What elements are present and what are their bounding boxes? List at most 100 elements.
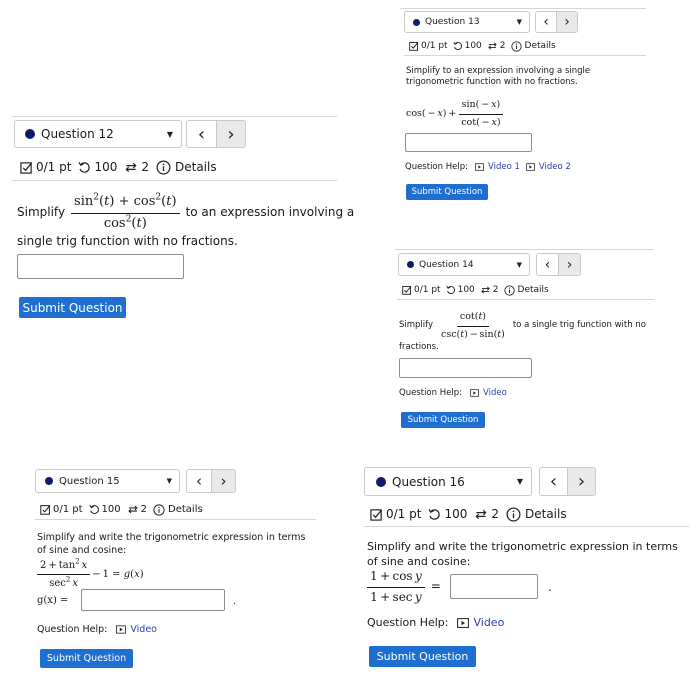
- question-nav: ‹ ›: [539, 467, 596, 496]
- math-fraction: 2 + tan2 x sec2 x: [37, 558, 91, 590]
- attempts-count: 2: [499, 41, 506, 51]
- prev-question-button[interactable]: ‹: [536, 12, 556, 32]
- submit-button[interactable]: Submit Question: [401, 412, 485, 428]
- video-icon: [457, 617, 470, 628]
- prompt-line-2: single trig function with no fractions.: [17, 234, 238, 248]
- details-link[interactable]: Details: [525, 41, 556, 51]
- prev-question-button[interactable]: ‹: [540, 468, 567, 495]
- info-icon[interactable]: [506, 507, 521, 522]
- math-fraction: sin( − x) cot( − x): [458, 99, 504, 129]
- question-select-label: Question 16: [392, 474, 465, 489]
- prompt-suffix: to an expression involving a: [185, 205, 355, 220]
- answer-input[interactable]: [81, 589, 225, 611]
- video-link[interactable]: Video: [116, 624, 157, 635]
- question-select[interactable]: Question 16 ▼: [364, 467, 532, 496]
- question-prompt: Simplify and write the trigonometric exp…: [367, 540, 678, 568]
- video-icon: [475, 163, 484, 171]
- divider: [404, 55, 646, 56]
- score-text: 0/1 pt: [386, 507, 422, 521]
- question-select[interactable]: Question 12 ▼: [14, 120, 182, 148]
- info-icon[interactable]: [153, 503, 165, 516]
- question-prompt: Simplify and write the trigonometric exp…: [37, 532, 306, 556]
- question-meta: 0/1 pt 100 2 Details: [20, 157, 217, 177]
- question-prompt: Simplify cot(t) csc(t) − sin(t) to a sin…: [399, 310, 646, 342]
- video-link[interactable]: Video: [470, 388, 507, 398]
- checkbox-icon: [409, 41, 419, 51]
- submit-button[interactable]: Submit Question: [369, 646, 476, 667]
- help-label: Question Help:: [399, 388, 462, 398]
- prompt-prefix: Simplify: [17, 205, 66, 220]
- math-equation: 2 + tan2 x sec2 x − 1 = g(x): [37, 557, 144, 591]
- submit-button[interactable]: Submit Question: [40, 649, 133, 668]
- question-select-label: Question 12: [41, 127, 114, 141]
- video-2-link[interactable]: Video 2: [525, 162, 571, 172]
- details-link[interactable]: Details: [168, 504, 203, 515]
- question-prompt: Simplify to an expression involving a si…: [406, 66, 591, 88]
- help-label: Question Help:: [367, 616, 449, 629]
- question-nav: ‹ ›: [536, 253, 581, 276]
- video-1-link[interactable]: Video 1: [475, 162, 520, 172]
- attempts-count: 2: [141, 160, 149, 174]
- prev-question-button[interactable]: ‹: [187, 470, 211, 492]
- question-nav: ‹ ›: [186, 469, 236, 493]
- next-question-button[interactable]: ›: [210, 470, 235, 492]
- math-fraction: sin2(t) + cos2(t) cos2(t): [71, 193, 180, 233]
- question-help: Question Help: Video: [367, 615, 504, 630]
- chevron-down-icon: ▼: [166, 477, 172, 485]
- score-text: 0/1 pt: [53, 504, 83, 515]
- next-question-button[interactable]: ›: [556, 12, 577, 32]
- question-select-label: Question 15: [59, 475, 120, 487]
- math-equation: 1 + cos y 1 + sec y =: [367, 568, 441, 606]
- details-link[interactable]: Details: [525, 507, 567, 521]
- math-fraction: 1 + cos y 1 + sec y: [367, 569, 425, 605]
- attempts-icon: [487, 41, 498, 51]
- question-meta: 0/1 pt 100 2 Details: [40, 502, 203, 517]
- answer-input[interactable]: [399, 358, 532, 378]
- prev-question-button[interactable]: ‹: [537, 254, 558, 275]
- question-meta: 0/1 pt 100 2 Details: [370, 505, 567, 523]
- divider: [12, 116, 337, 117]
- submit-button[interactable]: Submit Question: [406, 184, 488, 200]
- answer-input[interactable]: [450, 574, 538, 599]
- submit-button[interactable]: Submit Question: [19, 297, 126, 318]
- divider: [397, 299, 654, 300]
- retry-icon: [78, 161, 91, 174]
- prev-question-button[interactable]: ‹: [187, 121, 216, 147]
- chevron-down-icon: ▼: [516, 477, 523, 486]
- question-nav: ‹ ›: [186, 120, 246, 148]
- question-help: Question Help: Video 1 Video 2: [405, 161, 571, 173]
- attempts-count: 2: [492, 285, 499, 295]
- math-expression: cos( − x) + sin( − x) cot( − x): [406, 99, 504, 129]
- next-question-button[interactable]: ›: [567, 468, 595, 495]
- question-select[interactable]: Question 14 ▼: [398, 253, 530, 276]
- info-icon[interactable]: [503, 284, 515, 296]
- question-select[interactable]: Question 13 ▼: [404, 11, 530, 33]
- answer-input[interactable]: [17, 254, 184, 279]
- gx-label: g(x) =: [37, 595, 69, 606]
- retries-count: 100: [444, 507, 468, 521]
- score-text: 0/1 pt: [414, 285, 441, 295]
- answer-input[interactable]: [405, 133, 532, 152]
- question-select-label: Question 14: [419, 259, 474, 270]
- attempts-count: 2: [140, 504, 148, 515]
- next-question-button[interactable]: ›: [215, 121, 245, 147]
- video-link[interactable]: Video: [457, 616, 504, 629]
- info-icon[interactable]: [510, 40, 522, 52]
- details-link[interactable]: Details: [518, 285, 549, 295]
- details-link[interactable]: Details: [175, 160, 217, 174]
- checkbox-icon: [402, 285, 412, 295]
- next-question-button[interactable]: ›: [558, 254, 580, 275]
- question-nav: ‹ ›: [535, 11, 578, 33]
- prompt-prefix: Simplify: [399, 320, 434, 331]
- info-icon[interactable]: [156, 160, 171, 175]
- dot-icon: [25, 129, 35, 139]
- math-fraction: cot(t) csc(t) − sin(t): [441, 311, 505, 340]
- retry-icon: [88, 504, 100, 515]
- score-text: 0/1 pt: [421, 41, 448, 51]
- question-select-label: Question 13: [425, 17, 480, 27]
- dot-icon: [407, 261, 414, 268]
- question-select[interactable]: Question 15 ▼: [35, 469, 180, 493]
- attempts-count: 2: [491, 507, 499, 521]
- checkbox-icon: [370, 508, 383, 521]
- checkbox-icon: [20, 161, 33, 174]
